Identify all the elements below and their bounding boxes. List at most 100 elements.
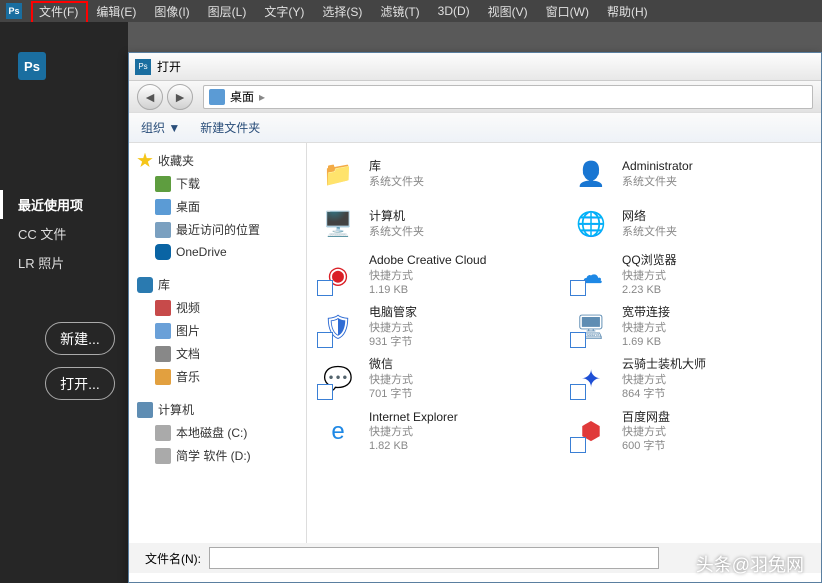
- sidebar-documents[interactable]: 文档: [129, 342, 306, 365]
- cc-files[interactable]: CC 文件: [0, 219, 128, 248]
- file-label: Administrator系统文件夹: [622, 159, 693, 189]
- file-icon: ☁: [570, 254, 612, 296]
- forward-button[interactable]: ►: [167, 84, 193, 110]
- pictures-icon: [155, 323, 171, 339]
- back-button[interactable]: ◄: [137, 84, 163, 110]
- computer-header[interactable]: 计算机: [129, 398, 306, 421]
- dialog-toolbar: 组织 ▼ 新建文件夹: [129, 113, 821, 143]
- file-label: 云骑士装机大师快捷方式864 字节: [622, 357, 706, 401]
- menu-window[interactable]: 窗口(W): [537, 3, 598, 20]
- file-label: Internet Explorer快捷方式1.82 KB: [369, 410, 458, 454]
- file-item[interactable]: 📁 库系统文件夹: [315, 151, 560, 197]
- menubar: Ps 文件(F) 编辑(E) 图像(I) 图层(L) 文字(Y) 选择(S) 滤…: [0, 0, 822, 22]
- file-label: 电脑管家快捷方式931 字节: [369, 305, 417, 349]
- file-item[interactable]: ☁ QQ浏览器快捷方式2.23 KB: [568, 251, 813, 299]
- ps-logo-icon: Ps: [6, 3, 22, 19]
- sidebar-desktop[interactable]: 桌面: [129, 195, 306, 218]
- sidebar-music[interactable]: 音乐: [129, 365, 306, 388]
- file-icon: 🛡: [317, 306, 359, 348]
- file-item[interactable]: 👤 Administrator系统文件夹: [568, 151, 813, 197]
- file-icon: 💬: [317, 358, 359, 400]
- dialog-nav-row: ◄ ► 桌面 ▸: [129, 81, 821, 113]
- file-icon: 🌐: [570, 203, 612, 245]
- file-item[interactable]: 🌐 网络系统文件夹: [568, 201, 813, 247]
- file-icon: 🖥: [570, 306, 612, 348]
- dialog-title-text: 打开: [157, 58, 181, 75]
- file-item[interactable]: 💬 微信快捷方式701 字节: [315, 355, 560, 403]
- address-text: 桌面: [230, 88, 254, 105]
- file-icon: 🖥️: [317, 203, 359, 245]
- file-item[interactable]: 🛡 电脑管家快捷方式931 字节: [315, 303, 560, 351]
- libraries-header[interactable]: 库: [129, 273, 306, 296]
- menu-filter[interactable]: 滤镜(T): [371, 3, 428, 20]
- file-icon: ⬢: [570, 411, 612, 453]
- menu-3d[interactable]: 3D(D): [429, 4, 479, 18]
- chevron-right-icon: ▸: [259, 90, 265, 104]
- menu-layer[interactable]: 图层(L): [199, 3, 256, 20]
- dialog-ps-icon: Ps: [135, 59, 151, 75]
- library-icon: [137, 277, 153, 293]
- drive-icon: [155, 448, 171, 464]
- sidebar-videos[interactable]: 视频: [129, 296, 306, 319]
- favorites-header[interactable]: 收藏夹: [129, 149, 306, 172]
- file-label: 库系统文件夹: [369, 159, 424, 189]
- dialog-titlebar: Ps 打开: [129, 53, 821, 81]
- file-label: 微信快捷方式701 字节: [369, 357, 413, 401]
- file-icon: ✦: [570, 358, 612, 400]
- file-icon: 📁: [317, 153, 359, 195]
- ps-app-icon: Ps: [18, 52, 46, 80]
- dialog-sidebar: 收藏夹 下载 桌面 最近访问的位置 OneDrive 库 视频 图片 文档 音乐…: [129, 143, 307, 545]
- menu-edit[interactable]: 编辑(E): [87, 3, 145, 20]
- file-icon: 👤: [570, 153, 612, 195]
- file-item[interactable]: ⬢ 百度网盘快捷方式600 字节: [568, 408, 813, 456]
- open-file-dialog: Ps 打开 ◄ ► 桌面 ▸ 组织 ▼ 新建文件夹 收藏夹 下载 桌面 最近访问…: [128, 52, 822, 583]
- file-label: 百度网盘快捷方式600 字节: [622, 410, 670, 454]
- menu-view[interactable]: 视图(V): [479, 3, 537, 20]
- file-item[interactable]: 🖥️ 计算机系统文件夹: [315, 201, 560, 247]
- music-icon: [155, 369, 171, 385]
- video-icon: [155, 300, 171, 316]
- file-item[interactable]: ✦ 云骑士装机大师快捷方式864 字节: [568, 355, 813, 403]
- menu-file[interactable]: 文件(F): [30, 3, 87, 20]
- address-bar[interactable]: 桌面 ▸: [203, 85, 813, 109]
- sidebar-disk-c[interactable]: 本地磁盘 (C:): [129, 421, 306, 444]
- organize-button[interactable]: 组织 ▼: [141, 119, 180, 136]
- recent-icon: [155, 222, 171, 238]
- menu-help[interactable]: 帮助(H): [598, 3, 657, 20]
- file-item[interactable]: ◉ Adobe Creative Cloud快捷方式1.19 KB: [315, 251, 560, 299]
- desktop-icon: [155, 199, 171, 215]
- file-icon: ◉: [317, 254, 359, 296]
- download-icon: [155, 176, 171, 192]
- recent-files[interactable]: 最近使用项: [0, 190, 128, 219]
- menu-type[interactable]: 文字(Y): [255, 3, 313, 20]
- file-label: 计算机系统文件夹: [369, 209, 424, 239]
- file-label: 网络系统文件夹: [622, 209, 677, 239]
- file-label: Adobe Creative Cloud快捷方式1.19 KB: [369, 253, 486, 297]
- filename-input[interactable]: [209, 547, 659, 569]
- file-label: QQ浏览器快捷方式2.23 KB: [622, 253, 677, 297]
- left-panel: Ps 最近使用项 CC 文件 LR 照片 新建... 打开...: [0, 22, 128, 583]
- file-label: 宽带连接快捷方式1.69 KB: [622, 305, 670, 349]
- sidebar-disk-d[interactable]: 简学 软件 (D:): [129, 444, 306, 467]
- sidebar-pictures[interactable]: 图片: [129, 319, 306, 342]
- star-icon: [137, 153, 153, 169]
- menu-image[interactable]: 图像(I): [145, 3, 198, 20]
- sidebar-recent[interactable]: 最近访问的位置: [129, 218, 306, 241]
- new-button[interactable]: 新建...: [45, 322, 115, 355]
- new-folder-button[interactable]: 新建文件夹: [200, 119, 260, 136]
- open-button[interactable]: 打开...: [45, 367, 115, 400]
- file-list: 📁 库系统文件夹👤 Administrator系统文件夹🖥️ 计算机系统文件夹🌐…: [307, 143, 821, 545]
- documents-icon: [155, 346, 171, 362]
- watermark: 头条@羽兔网: [696, 551, 804, 577]
- lr-photos[interactable]: LR 照片: [0, 248, 128, 277]
- onedrive-icon: [155, 244, 171, 260]
- file-item[interactable]: e Internet Explorer快捷方式1.82 KB: [315, 408, 560, 456]
- desktop-icon: [209, 89, 225, 105]
- file-item[interactable]: 🖥 宽带连接快捷方式1.69 KB: [568, 303, 813, 351]
- menu-select[interactable]: 选择(S): [313, 3, 371, 20]
- computer-icon: [137, 402, 153, 418]
- drive-icon: [155, 425, 171, 441]
- file-icon: e: [317, 411, 359, 453]
- sidebar-downloads[interactable]: 下载: [129, 172, 306, 195]
- sidebar-onedrive[interactable]: OneDrive: [129, 241, 306, 263]
